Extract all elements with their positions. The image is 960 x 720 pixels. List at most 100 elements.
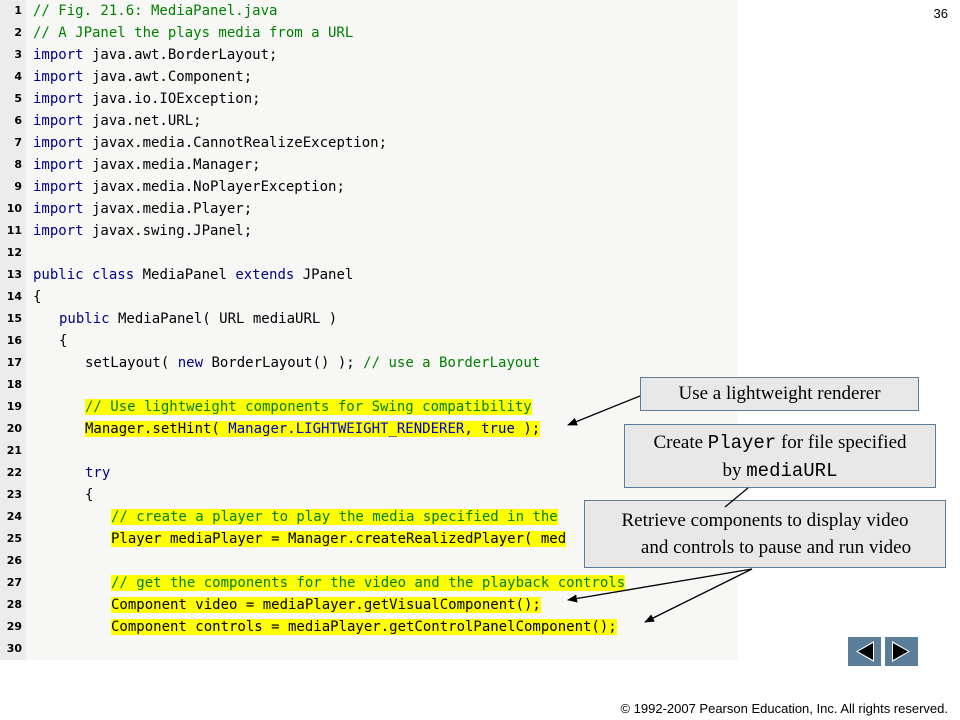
code-text: import java.io.IOException; — [33, 88, 261, 110]
line-number: 26 — [6, 554, 22, 567]
line-number: 24 — [6, 510, 22, 523]
code-text: { — [85, 484, 93, 506]
code-text: public class MediaPanel extends JPanel — [33, 264, 353, 286]
code-line: 17 setLayout( new BorderLayout() ); // us… — [0, 352, 738, 374]
line-number: 12 — [6, 246, 22, 259]
code-token: // get the components for the video and … — [111, 575, 626, 591]
slide-number: 36 — [933, 6, 948, 21]
code-text: import javax.media.CannotRealizeExceptio… — [33, 132, 387, 154]
callout-create-player: Create Player for file specified by medi… — [624, 424, 936, 488]
code-token: setLayout( — [85, 355, 178, 371]
line-number: 25 — [6, 532, 22, 545]
code-text: import java.awt.Component; — [33, 66, 252, 88]
code-token: javax.media.Player; — [83, 201, 253, 217]
code-token: java.awt.BorderLayout; — [83, 47, 278, 63]
code-token: public — [59, 311, 110, 327]
code-token: javax.swing.JPanel; — [83, 223, 253, 239]
code-text: public MediaPanel( URL mediaURL ) — [59, 308, 337, 330]
code-token: // Use lightweight components for Swing … — [85, 399, 532, 415]
next-slide-button[interactable] — [885, 637, 918, 666]
code-text: Component controls = mediaPlayer.getCont… — [111, 616, 617, 638]
code-token: import — [33, 69, 84, 85]
line-number: 1 — [14, 4, 22, 17]
callout-file-text: for file specified — [776, 432, 907, 453]
previous-slide-button[interactable] — [848, 637, 881, 666]
code-token: { — [33, 289, 42, 305]
code-text: import java.awt.BorderLayout; — [33, 44, 277, 66]
code-text: import javax.media.Player; — [33, 198, 252, 220]
code-token: // A JPanel the plays media from a URL — [33, 25, 354, 41]
line-number: 23 — [6, 488, 22, 501]
code-text: { — [59, 330, 67, 352]
code-text: // Use lightweight components for Swing … — [85, 396, 532, 418]
code-line: 5 import java.io.IOException; — [0, 88, 738, 110]
code-line: 14 { — [0, 286, 738, 308]
code-line: 13 public class MediaPanel extends JPanel — [0, 264, 738, 286]
line-number: 7 — [14, 136, 22, 149]
code-line: 2 // A JPanel the plays media from a URL — [0, 22, 738, 44]
callout-retrieve-components: Retrieve components to display video and… — [584, 500, 946, 568]
code-text: // create a player to play the media spe… — [111, 506, 558, 528]
code-text: // A JPanel the plays media from a URL — [33, 22, 353, 44]
callout-create-text: Create — [653, 432, 708, 453]
code-text: { — [33, 286, 41, 308]
code-line: 11 import javax.swing.JPanel; — [0, 220, 738, 242]
code-line: 28 Component video = mediaPlayer.getVisua… — [0, 594, 738, 616]
code-line: 8 import javax.media.Manager; — [0, 154, 738, 176]
line-number: 5 — [14, 92, 22, 105]
code-line: 16 { — [0, 330, 738, 352]
line-number: 21 — [6, 444, 22, 457]
line-number: 16 — [6, 334, 22, 347]
code-line: 4 import java.awt.Component; — [0, 66, 738, 88]
code-token: javax.media.Manager; — [83, 157, 261, 173]
code-token: { — [85, 487, 94, 503]
code-token: java.io.IOException; — [83, 91, 261, 107]
code-text: // Fig. 21.6: MediaPanel.java — [33, 0, 277, 22]
callout-retrieve-line1: Retrieve components to display video — [621, 510, 909, 531]
code-token: import — [33, 179, 84, 195]
code-token: Component controls = mediaPlayer.getCont… — [111, 619, 617, 635]
code-line: 18 — [0, 374, 738, 396]
code-line: 27 // get the components for the video an… — [0, 572, 738, 594]
line-number: 17 — [6, 356, 22, 369]
code-token: BorderLayout() ); — [203, 355, 364, 371]
code-text: import javax.media.NoPlayerException; — [33, 176, 345, 198]
code-token: import — [33, 91, 84, 107]
code-token: javax.media.NoPlayerException; — [83, 179, 345, 195]
callout-mediaurl: mediaURL — [746, 460, 838, 482]
code-text: import javax.swing.JPanel; — [33, 220, 252, 242]
code-token: import — [33, 135, 84, 151]
code-token: extends — [235, 267, 295, 283]
code-token: // use a BorderLayout — [363, 355, 541, 371]
line-number: 3 — [14, 48, 22, 61]
code-line: 7 import javax.media.CannotRealizeExcepti… — [0, 132, 738, 154]
code-line: 30 — [0, 638, 738, 660]
code-token: javax.media.CannotRealizeException; — [83, 135, 388, 151]
code-token: JPanel — [294, 267, 354, 283]
line-number: 18 — [6, 378, 22, 391]
code-token: import — [33, 201, 84, 217]
line-number: 10 — [6, 202, 22, 215]
code-token: try — [85, 465, 111, 481]
code-token: true — [481, 421, 515, 437]
code-line: 1 // Fig. 21.6: MediaPanel.java — [0, 0, 738, 22]
code-token: Player mediaPlayer = Manager.createReali… — [111, 531, 567, 547]
code-line: 15 public MediaPanel( URL mediaURL ) — [0, 308, 738, 330]
callout-create-player-line1: Create Player for file specified — [625, 429, 935, 457]
line-number: 29 — [6, 620, 22, 633]
line-number: 9 — [14, 180, 22, 193]
line-number: 22 — [6, 466, 22, 479]
code-line: 3 import java.awt.BorderLayout; — [0, 44, 738, 66]
code-token: import — [33, 157, 84, 173]
code-token: import — [33, 223, 84, 239]
callout-retrieve-line2: and controls to pause and run video — [640, 537, 912, 558]
line-number: 8 — [14, 158, 22, 171]
line-number: 2 — [14, 26, 22, 39]
line-number: 30 — [6, 642, 22, 655]
code-text: Manager.setHint( Manager.LIGHTWEIGHT_REN… — [85, 418, 541, 440]
line-number: 15 — [6, 312, 22, 325]
code-token: java.awt.Component; — [83, 69, 253, 85]
code-token: java.net.URL; — [83, 113, 202, 129]
code-token: Manager.LIGHTWEIGHT_RENDERER — [228, 421, 465, 437]
code-token: { — [59, 333, 68, 349]
